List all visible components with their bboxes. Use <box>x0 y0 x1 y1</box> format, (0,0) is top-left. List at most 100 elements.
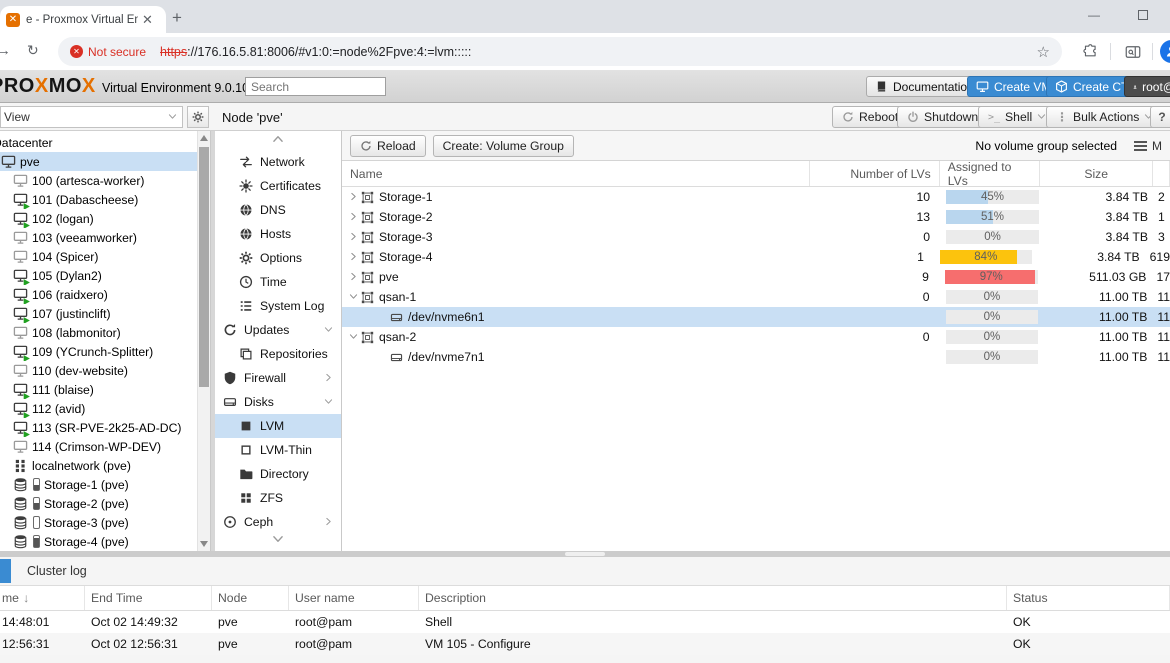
splitter-grip[interactable] <box>565 552 605 556</box>
lvm-row-dev-nvme6n1[interactable]: /dev/nvme6n10%11.00 TB11 <box>342 307 1170 327</box>
chevron-right-icon[interactable] <box>349 230 358 244</box>
menu-item-repositories[interactable]: Repositories <box>215 342 341 366</box>
tree-item-110-dev-website[interactable]: 110 (dev-website) <box>0 361 197 380</box>
log-column-header-user-name[interactable]: User name <box>289 586 419 610</box>
tree-item-101-dabascheese[interactable]: 101 (Dabascheese) <box>0 190 197 209</box>
scrollbar-thumb[interactable] <box>199 147 209 387</box>
scroll-up-icon[interactable] <box>200 135 208 141</box>
lvm-row-dev-nvme7n1[interactable]: /dev/nvme7n10%11.00 TB11 <box>342 347 1170 367</box>
menu-item-directory[interactable]: Directory <box>215 462 341 486</box>
chevron-down-icon[interactable] <box>349 290 358 304</box>
menu-item-time[interactable]: Time <box>215 270 341 294</box>
chevron-right-icon[interactable] <box>349 250 358 264</box>
tree-scrollbar[interactable] <box>197 131 210 551</box>
create-volume-group-button[interactable]: Create: Volume Group <box>433 135 574 157</box>
user-menu-button[interactable]: root@ <box>1124 76 1170 97</box>
menu-item-lvm-thin[interactable]: LVM-Thin <box>215 438 341 462</box>
tree-item-storage-3-pve[interactable]: Storage-3 (pve) <box>0 513 197 532</box>
tree-item-104-spicer[interactable]: 104 (Spicer) <box>0 247 197 266</box>
column-header-size[interactable]: Size <box>1040 161 1153 186</box>
tree-item-112-avid[interactable]: 112 (avid) <box>0 399 197 418</box>
scroll-down-icon[interactable] <box>200 541 208 547</box>
menu-scroll-down-icon[interactable] <box>215 533 341 547</box>
column-header-free-clipped[interactable] <box>1153 161 1170 186</box>
tree-item-102-logan[interactable]: 102 (logan) <box>0 209 197 228</box>
tree-item-114-crimson-wp-dev[interactable]: 114 (Crimson-WP-DEV) <box>0 437 197 456</box>
menu-item-hosts[interactable]: Hosts <box>215 222 341 246</box>
tree-item-113-sr-pve-2k25-ad-dc[interactable]: 113 (SR-PVE-2k25-AD-DC) <box>0 418 197 437</box>
column-header-number-of-lvs[interactable]: Number of LVs <box>810 161 940 186</box>
log-column-header-description[interactable]: Description <box>419 586 1007 610</box>
documentation-button[interactable]: Documentation <box>866 76 983 97</box>
view-selector[interactable]: View <box>0 106 183 128</box>
menu-item-lvm[interactable]: LVM <box>215 414 341 438</box>
forward-icon[interactable]: → <box>0 42 11 59</box>
menu-item-options[interactable]: Options <box>215 246 341 270</box>
log-row-0[interactable]: 14:48:01Oct 02 14:49:32pveroot@pamShellO… <box>0 611 1170 633</box>
lvm-row-storage-2[interactable]: Storage-21351%3.84 TB1 <box>342 207 1170 227</box>
browser-tab[interactable]: ✕ e - Proxmox Virtual Environm ✕ <box>0 6 166 33</box>
reload-button[interactable]: Reload <box>350 135 426 157</box>
tree-item-108-labmonitor[interactable]: 108 (labmonitor) <box>0 323 197 342</box>
url-omnibox[interactable]: ✕ Not secure https://176.16.5.81:8006/#v… <box>58 37 1062 66</box>
menu-item-system-log[interactable]: System Log <box>215 294 341 318</box>
tree-item-106-raidxero[interactable]: 106 (raidxero) <box>0 285 197 304</box>
menu-item-firewall[interactable]: Firewall <box>215 366 341 390</box>
log-column-header-me[interactable]: me↓ <box>0 586 85 610</box>
window-minimize-button[interactable]: — <box>1088 8 1099 22</box>
lvm-row-qsan-1[interactable]: qsan-100%11.00 TB11 <box>342 287 1170 307</box>
lvm-row-qsan-2[interactable]: qsan-200%11.00 TB11 <box>342 327 1170 347</box>
chevron-down-icon[interactable] <box>349 330 358 344</box>
tree-item-103-veeamworker[interactable]: 103 (veeamworker) <box>0 228 197 247</box>
tab-cluster-log[interactable]: Cluster log <box>27 564 87 578</box>
bulk-actions-button[interactable]: ⋮ Bulk Actions <box>1046 106 1163 128</box>
profile-avatar[interactable] <box>1160 40 1170 63</box>
tree-item-107-justinclift[interactable]: 107 (justinclift) <box>0 304 197 323</box>
lvm-row-pve[interactable]: pve997%511.03 GB17 <box>342 267 1170 287</box>
menu-item-certificates[interactable]: Certificates <box>215 174 341 198</box>
log-row-1[interactable]: 12:56:31Oct 02 12:56:31pveroot@pamVM 105… <box>0 633 1170 655</box>
chevron-right-icon[interactable] <box>349 210 358 224</box>
new-tab-button[interactable]: + <box>172 8 182 28</box>
log-column-header-status[interactable]: Status <box>1007 586 1170 610</box>
menu-scroll-up-icon[interactable] <box>215 133 341 147</box>
menu-item-zfs[interactable]: ZFS <box>215 486 341 510</box>
column-header-assigned-to-lvs[interactable]: Assigned to LVs <box>940 161 1041 186</box>
tab-close-icon[interactable]: ✕ <box>142 12 153 28</box>
lvm-row-storage-1[interactable]: Storage-11045%3.84 TB2 <box>342 187 1170 207</box>
chevron-right-icon[interactable] <box>349 190 358 204</box>
column-header-name[interactable]: Name <box>342 161 810 186</box>
view-settings-button[interactable] <box>187 106 209 128</box>
shell-button[interactable]: >_ Shell <box>978 106 1056 128</box>
tree-item-pve[interactable]: pve <box>0 152 197 171</box>
search-input[interactable] <box>245 77 386 96</box>
log-column-header-node[interactable]: Node <box>212 586 289 610</box>
help-button[interactable]: ? <box>1150 106 1170 128</box>
menu-item-disks[interactable]: Disks <box>215 390 341 414</box>
menu-item-dns[interactable]: DNS <box>215 198 341 222</box>
side-panel-icon[interactable] <box>1124 43 1142 61</box>
tasks-tab-partial[interactable] <box>0 559 11 583</box>
window-maximize-button[interactable] <box>1138 10 1148 20</box>
tree-item-100-artesca-worker[interactable]: 100 (artesca-worker) <box>0 171 197 190</box>
lvm-row-storage-3[interactable]: Storage-300%3.84 TB3 <box>342 227 1170 247</box>
not-secure-label[interactable]: Not secure <box>88 45 146 59</box>
reload-icon[interactable]: ↻ <box>27 42 39 59</box>
tree-item-storage-1-pve[interactable]: Storage-1 (pve) <box>0 475 197 494</box>
tree-item-105-dylan2[interactable]: 105 (Dylan2) <box>0 266 197 285</box>
tree-item-storage-4-pve[interactable]: Storage-4 (pve) <box>0 532 197 551</box>
menu-item-network[interactable]: Network <box>215 150 341 174</box>
log-column-header-end-time[interactable]: End Time <box>85 586 212 610</box>
tree-item-111-blaise[interactable]: 111 (blaise) <box>0 380 197 399</box>
more-menu-button[interactable]: M <box>1134 139 1162 153</box>
menu-item-ceph[interactable]: Ceph <box>215 510 341 534</box>
chevron-right-icon[interactable] <box>349 270 358 284</box>
menu-item-updates[interactable]: Updates <box>215 318 341 342</box>
bookmark-star-icon[interactable]: ☆ <box>1037 43 1050 61</box>
tree-item-109-ycrunch-splitter[interactable]: 109 (YCrunch-Splitter) <box>0 342 197 361</box>
tree-item-storage-2-pve[interactable]: Storage-2 (pve) <box>0 494 197 513</box>
extensions-puzzle-icon[interactable] <box>1082 43 1099 60</box>
tree-item-localnetwork-pve[interactable]: localnetwork (pve) <box>0 456 197 475</box>
shutdown-button[interactable]: Shutdown <box>897 106 988 128</box>
tree-item-datacenter[interactable]: Datacenter <box>0 133 197 152</box>
